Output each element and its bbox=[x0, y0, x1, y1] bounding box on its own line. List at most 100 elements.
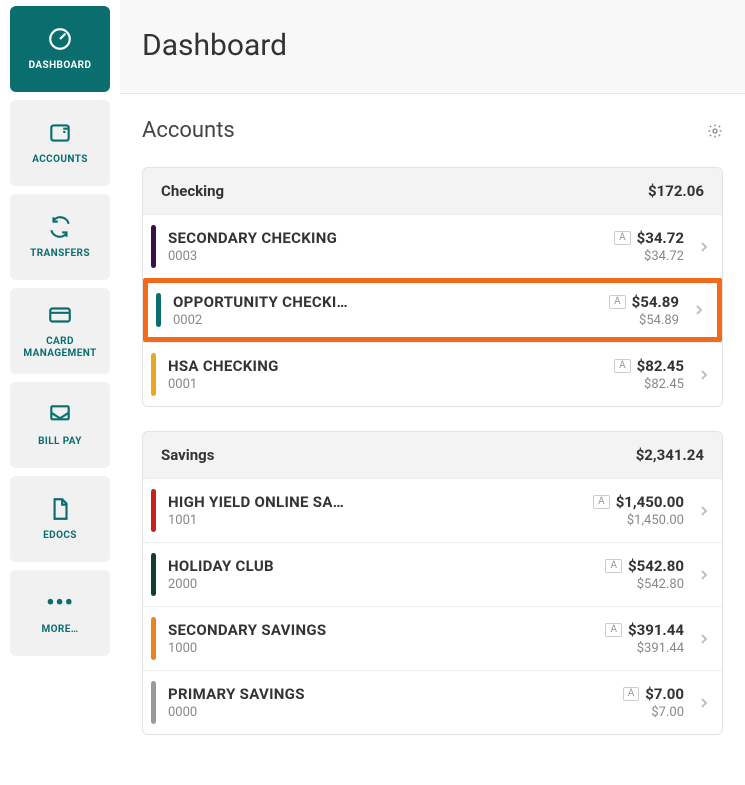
sidebar-item-label: MORE… bbox=[37, 624, 82, 636]
account-row[interactable]: HOLIDAY CLUB 2000 A $542.80 $542.80 bbox=[143, 542, 722, 606]
accounts-title: Accounts bbox=[142, 118, 235, 143]
balances: A $7.00 $7.00 bbox=[623, 685, 684, 720]
sidebar-item-label: EDOCS bbox=[39, 530, 81, 542]
account-right: A $1,450.00 $1,450.00 bbox=[593, 485, 716, 536]
balance-primary: $82.45 bbox=[637, 357, 684, 375]
balances: A $54.89 $54.89 bbox=[609, 293, 679, 328]
group-header: Checking $172.06 bbox=[143, 168, 722, 214]
available-badge: A bbox=[593, 495, 610, 509]
sidebar: DASHBOARD ACCOUNTS TRANSFERS CARD MANAGE… bbox=[0, 0, 120, 785]
balance-secondary: $82.45 bbox=[644, 377, 684, 392]
account-row[interactable]: PRIMARY SAVINGS 0000 A $7.00 $7.00 bbox=[143, 670, 722, 734]
account-row[interactable]: HSA CHECKING 0001 A $82.45 $82.45 bbox=[143, 342, 722, 406]
available-badge: A bbox=[605, 559, 622, 573]
account-info: SECONDARY CHECKING 0003 bbox=[168, 221, 614, 272]
accounts-header: Accounts bbox=[142, 118, 723, 143]
balance-primary: $542.80 bbox=[628, 557, 684, 575]
account-row[interactable]: OPPORTUNITY CHECKI…0002 A $54.89 $54.89 bbox=[143, 278, 722, 342]
balance-secondary: $391.44 bbox=[637, 641, 684, 656]
balances: A $34.72 $34.72 bbox=[614, 229, 684, 264]
card-icon bbox=[47, 302, 73, 328]
balance-secondary: $7.00 bbox=[651, 705, 684, 720]
account-info: HIGH YIELD ONLINE SA… 1001 bbox=[168, 485, 593, 536]
account-number: 2000 bbox=[168, 577, 605, 592]
dashboard-icon bbox=[47, 26, 73, 52]
account-right: A $7.00 $7.00 bbox=[623, 677, 716, 728]
document-icon bbox=[47, 496, 73, 522]
account-info: HSA CHECKING 0001 bbox=[168, 349, 614, 400]
chevron-right-icon bbox=[687, 302, 711, 318]
account-name: PRIMARY SAVINGS bbox=[168, 685, 623, 703]
gear-icon[interactable] bbox=[707, 123, 723, 139]
account-row[interactable]: SECONDARY CHECKING 0003 A $34.72 $34.72 bbox=[143, 214, 722, 278]
content: Accounts Checking $172.06 SECONDARY CHECKI… bbox=[120, 94, 745, 759]
sidebar-item-label: TRANSFERS bbox=[26, 248, 94, 260]
account-right: A $391.44 $391.44 bbox=[605, 613, 716, 664]
account-name: SECONDARY CHECKING bbox=[168, 229, 614, 247]
group-total: $172.06 bbox=[648, 182, 704, 200]
account-name: HSA CHECKING bbox=[168, 357, 614, 375]
account-right: A $34.72 $34.72 bbox=[614, 221, 716, 272]
available-badge: A bbox=[614, 231, 631, 245]
transfers-icon bbox=[47, 214, 73, 240]
balance-secondary: $542.80 bbox=[637, 577, 684, 592]
account-group: Savings$2,341.24HIGH YIELD ONLINE SA…100… bbox=[142, 431, 723, 735]
chevron-right-icon bbox=[692, 695, 716, 711]
account-right: A $54.89 $54.89 bbox=[609, 289, 711, 331]
main: Dashboard Accounts Checking $172.06 SECOND… bbox=[120, 0, 745, 785]
group-name: Checking bbox=[161, 182, 224, 200]
balance-secondary: $34.72 bbox=[644, 249, 684, 264]
chevron-right-icon bbox=[692, 367, 716, 383]
account-info: SECONDARY SAVINGS1000 bbox=[168, 613, 605, 664]
chevron-right-icon bbox=[692, 631, 716, 647]
sidebar-item-bill-pay[interactable]: BILL PAY bbox=[10, 382, 110, 468]
sidebar-item-label: DASHBOARD bbox=[25, 60, 96, 72]
color-bar bbox=[156, 293, 161, 327]
color-bar bbox=[151, 225, 156, 268]
balance-primary: $391.44 bbox=[628, 621, 684, 639]
balances: A $391.44 $391.44 bbox=[605, 621, 684, 656]
sidebar-item-accounts[interactable]: ACCOUNTS bbox=[10, 100, 110, 186]
accounts-icon bbox=[47, 120, 73, 146]
account-number: 0002 bbox=[173, 313, 609, 328]
color-bar bbox=[151, 553, 156, 596]
sidebar-item-transfers[interactable]: TRANSFERS bbox=[10, 194, 110, 280]
balance-primary: $7.00 bbox=[645, 685, 684, 703]
header: Dashboard bbox=[120, 0, 745, 94]
available-badge: A bbox=[623, 687, 640, 701]
account-row[interactable]: HIGH YIELD ONLINE SA… 1001 A $1,450.00 $1… bbox=[143, 478, 722, 542]
billpay-icon bbox=[47, 402, 73, 428]
color-bar bbox=[151, 617, 156, 660]
account-name: SECONDARY SAVINGS bbox=[168, 621, 605, 639]
account-info: HOLIDAY CLUB 2000 bbox=[168, 549, 605, 600]
balance-secondary: $1,450.00 bbox=[627, 513, 684, 528]
chevron-right-icon bbox=[692, 503, 716, 519]
sidebar-item-dashboard[interactable]: DASHBOARD bbox=[10, 6, 110, 92]
account-number: 0001 bbox=[168, 377, 614, 392]
balances: A $1,450.00 $1,450.00 bbox=[593, 493, 684, 528]
balances: A $82.45 $82.45 bbox=[614, 357, 684, 392]
page-title: Dashboard bbox=[142, 28, 723, 63]
chevron-right-icon bbox=[692, 239, 716, 255]
sidebar-item-more[interactable]: ••• MORE… bbox=[10, 570, 110, 656]
color-bar bbox=[151, 353, 156, 396]
balance-secondary: $54.89 bbox=[639, 313, 679, 328]
color-bar bbox=[151, 681, 156, 724]
account-number: 0003 bbox=[168, 249, 614, 264]
available-badge: A bbox=[614, 359, 631, 373]
sidebar-item-card-management[interactable]: CARD MANAGEMENT bbox=[10, 288, 110, 374]
account-row[interactable]: SECONDARY SAVINGS1000 A $391.44 $391.44 bbox=[143, 606, 722, 670]
account-number: 0000 bbox=[168, 705, 623, 720]
account-name: HIGH YIELD ONLINE SA… bbox=[168, 493, 593, 511]
balance-primary: $34.72 bbox=[637, 229, 684, 247]
sidebar-item-label: CARD MANAGEMENT bbox=[10, 336, 110, 360]
available-badge: A bbox=[609, 295, 626, 309]
group-name: Savings bbox=[161, 446, 214, 464]
account-info: PRIMARY SAVINGS 0000 bbox=[168, 677, 623, 728]
account-number: 1001 bbox=[168, 513, 593, 528]
account-info: OPPORTUNITY CHECKI…0002 bbox=[173, 289, 609, 331]
sidebar-item-edocs[interactable]: EDOCS bbox=[10, 476, 110, 562]
account-name: HOLIDAY CLUB bbox=[168, 557, 605, 575]
balance-primary: $54.89 bbox=[632, 293, 679, 311]
balance-primary: $1,450.00 bbox=[616, 493, 684, 511]
